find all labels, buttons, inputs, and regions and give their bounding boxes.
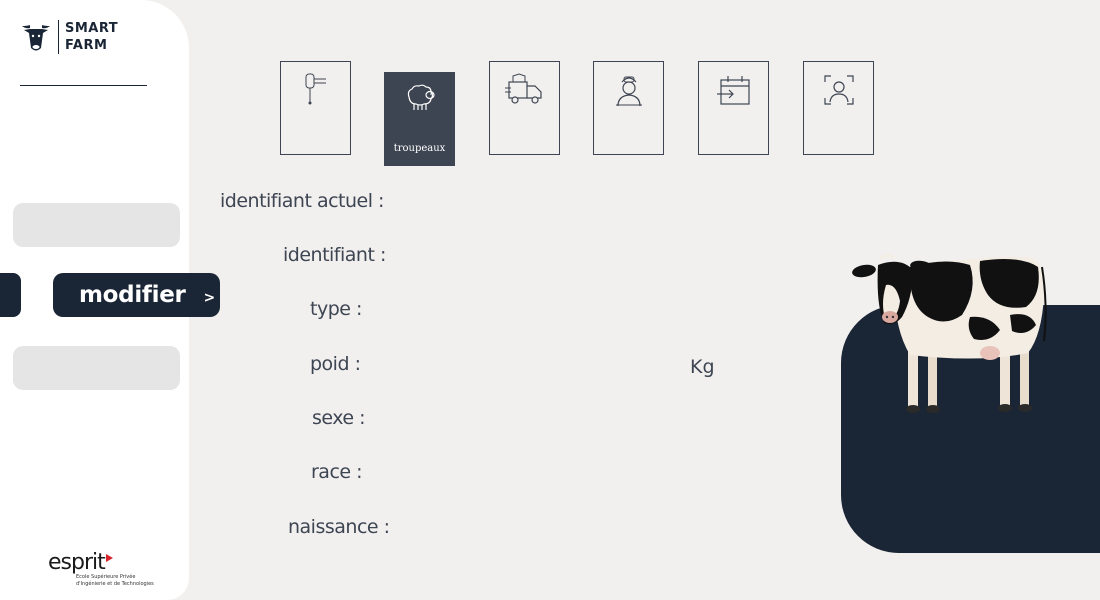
calendar-card[interactable] (698, 61, 769, 155)
face-scan-card[interactable] (803, 61, 874, 155)
sex-label: sexe : (312, 407, 366, 429)
school-brand: esprit (48, 552, 156, 574)
brand-name: SMART FARM (65, 21, 119, 53)
current-id-label: identifiant actuel : (220, 190, 384, 212)
farmer-card[interactable] (593, 61, 664, 155)
sensor-icon (305, 73, 326, 105)
troupeaux-card[interactable]: troupeaux (384, 72, 455, 166)
sheep-icon (407, 84, 435, 110)
modifier-button[interactable]: modifier > (53, 273, 220, 317)
farmer-icon (615, 76, 642, 106)
sidebar-button-top[interactable] (13, 203, 180, 247)
weight-label: poid : (310, 353, 361, 375)
chevron-right-icon: > (203, 290, 216, 306)
birth-label: naissance : (288, 516, 390, 538)
logo-underline (20, 85, 147, 86)
troupeaux-label: troupeaux (393, 143, 446, 154)
weight-unit: Kg (690, 356, 715, 378)
delivery-card[interactable] (489, 61, 560, 155)
sensor-card[interactable] (280, 61, 351, 155)
active-indicator (0, 273, 21, 317)
logo-divider (58, 20, 59, 54)
cow-illustration (852, 253, 1047, 413)
school-logo: esprit Ecole Supérieure Privée d'Ingénie… (48, 552, 156, 588)
type-label: type : (310, 298, 362, 320)
modifier-label: modifier (79, 282, 186, 308)
face-scan-icon (823, 75, 854, 105)
id-label: identifiant : (283, 244, 386, 266)
brand-logo: SMART FARM (20, 20, 118, 54)
school-subtitle: Ecole Supérieure Privée d'Ingénierie et … (76, 574, 154, 587)
delivery-truck-icon (504, 73, 542, 104)
sidebar-button-bottom[interactable] (13, 346, 180, 390)
cow-head-icon (22, 25, 50, 51)
breed-label: race : (311, 461, 363, 483)
calendar-entry-icon (716, 76, 750, 105)
